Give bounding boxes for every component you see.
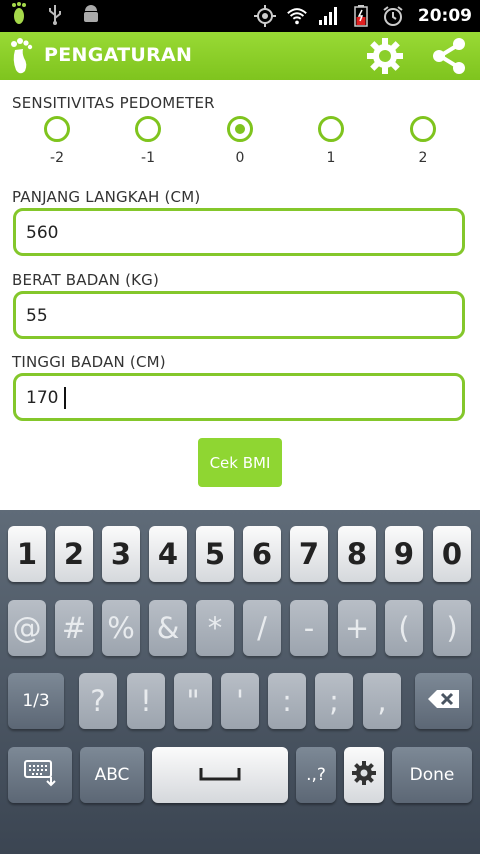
- sensitivity-radio-minus-1[interactable]: [135, 116, 161, 142]
- key-comma[interactable]: ,: [363, 673, 401, 729]
- key-2[interactable]: 2: [55, 526, 93, 582]
- battery-icon: [350, 5, 372, 27]
- step-length-input[interactable]: 560: [13, 208, 465, 256]
- weight-label: BERAT BADAN (KG): [12, 271, 160, 289]
- key-1[interactable]: 1: [8, 526, 46, 582]
- weight-value: 55: [26, 306, 48, 326]
- key-percent[interactable]: %: [102, 600, 140, 656]
- signal-icon: [318, 5, 340, 27]
- key-at[interactable]: @: [8, 600, 46, 656]
- keyboard-settings-key[interactable]: [344, 747, 384, 803]
- key-hash[interactable]: #: [55, 600, 93, 656]
- keyboard-icon: [23, 759, 57, 792]
- key-9[interactable]: 9: [385, 526, 423, 582]
- pedometer-sensitivity-label: SENSITIVITAS PEDOMETER: [12, 94, 215, 112]
- punctuation-key[interactable]: .,?: [296, 747, 336, 803]
- key-8[interactable]: 8: [338, 526, 376, 582]
- key-4[interactable]: 4: [149, 526, 187, 582]
- status-bar: 20:09: [0, 0, 480, 32]
- height-input[interactable]: 170: [13, 373, 465, 421]
- share-icon[interactable]: [430, 37, 468, 75]
- wifi-icon: [286, 5, 308, 27]
- settings-gear-icon[interactable]: [366, 37, 404, 75]
- sensitivity-label-2: 2: [418, 150, 428, 166]
- key-plus[interactable]: +: [338, 600, 376, 656]
- height-value: 170: [26, 388, 59, 408]
- step-length-value: 560: [26, 223, 59, 243]
- key-minus[interactable]: -: [290, 600, 328, 656]
- key-7[interactable]: 7: [290, 526, 328, 582]
- key-exclamation[interactable]: !: [127, 673, 165, 729]
- key-double-quote[interactable]: ": [174, 673, 212, 729]
- settings-gear-icon: [351, 760, 377, 791]
- key-3[interactable]: 3: [102, 526, 140, 582]
- alarm-icon: [382, 5, 404, 27]
- symbol-page-key[interactable]: 1/3: [8, 673, 64, 729]
- abc-key[interactable]: ABC: [80, 747, 144, 803]
- app-logo-icon: [6, 36, 36, 76]
- keyboard-hide-key[interactable]: [8, 747, 72, 803]
- page-title: PENGATURAN: [44, 44, 193, 66]
- height-label: TINGGI BADAN (CM): [12, 353, 166, 371]
- app-notification-footprint-icon: [8, 2, 30, 25]
- gps-icon: [253, 5, 276, 27]
- space-key[interactable]: [152, 747, 288, 803]
- text-cursor: [64, 387, 66, 409]
- backspace-key[interactable]: [415, 673, 472, 729]
- key-close-paren[interactable]: ): [433, 600, 471, 656]
- android-debug-icon: [80, 3, 102, 25]
- numeric-keyboard: 1 2 3 4 5 6 7 8 9 0 @ # % & * / - + ( ) …: [0, 510, 480, 854]
- key-slash[interactable]: /: [243, 600, 281, 656]
- sensitivity-label-minus-2: -2: [50, 150, 64, 166]
- sensitivity-radio-minus-2[interactable]: [44, 116, 70, 142]
- weight-input[interactable]: 55: [13, 291, 465, 339]
- key-asterisk[interactable]: *: [196, 600, 234, 656]
- sensitivity-label-1: 1: [326, 150, 336, 166]
- sensitivity-label-minus-1: -1: [141, 150, 155, 166]
- space-bar-icon: [198, 763, 242, 787]
- sensitivity-radio-2[interactable]: [410, 116, 436, 142]
- step-length-label: PANJANG LANGKAH (CM): [12, 188, 201, 206]
- backspace-icon: [427, 689, 461, 714]
- key-ampersand[interactable]: &: [149, 600, 187, 656]
- action-bar: PENGATURAN: [0, 32, 480, 80]
- key-semicolon[interactable]: ;: [315, 673, 353, 729]
- key-5[interactable]: 5: [196, 526, 234, 582]
- key-question[interactable]: ?: [79, 673, 117, 729]
- sensitivity-label-0: 0: [235, 150, 245, 166]
- key-single-quote[interactable]: ': [221, 673, 259, 729]
- done-key[interactable]: Done: [392, 747, 472, 803]
- key-colon[interactable]: :: [268, 673, 306, 729]
- check-bmi-button[interactable]: Cek BMI: [198, 438, 282, 487]
- key-open-paren[interactable]: (: [385, 600, 423, 656]
- sensitivity-radio-0[interactable]: [227, 116, 253, 142]
- status-clock: 20:09: [417, 6, 472, 26]
- usb-icon: [44, 3, 66, 25]
- key-0[interactable]: 0: [433, 526, 471, 582]
- sensitivity-radio-1[interactable]: [318, 116, 344, 142]
- key-6[interactable]: 6: [243, 526, 281, 582]
